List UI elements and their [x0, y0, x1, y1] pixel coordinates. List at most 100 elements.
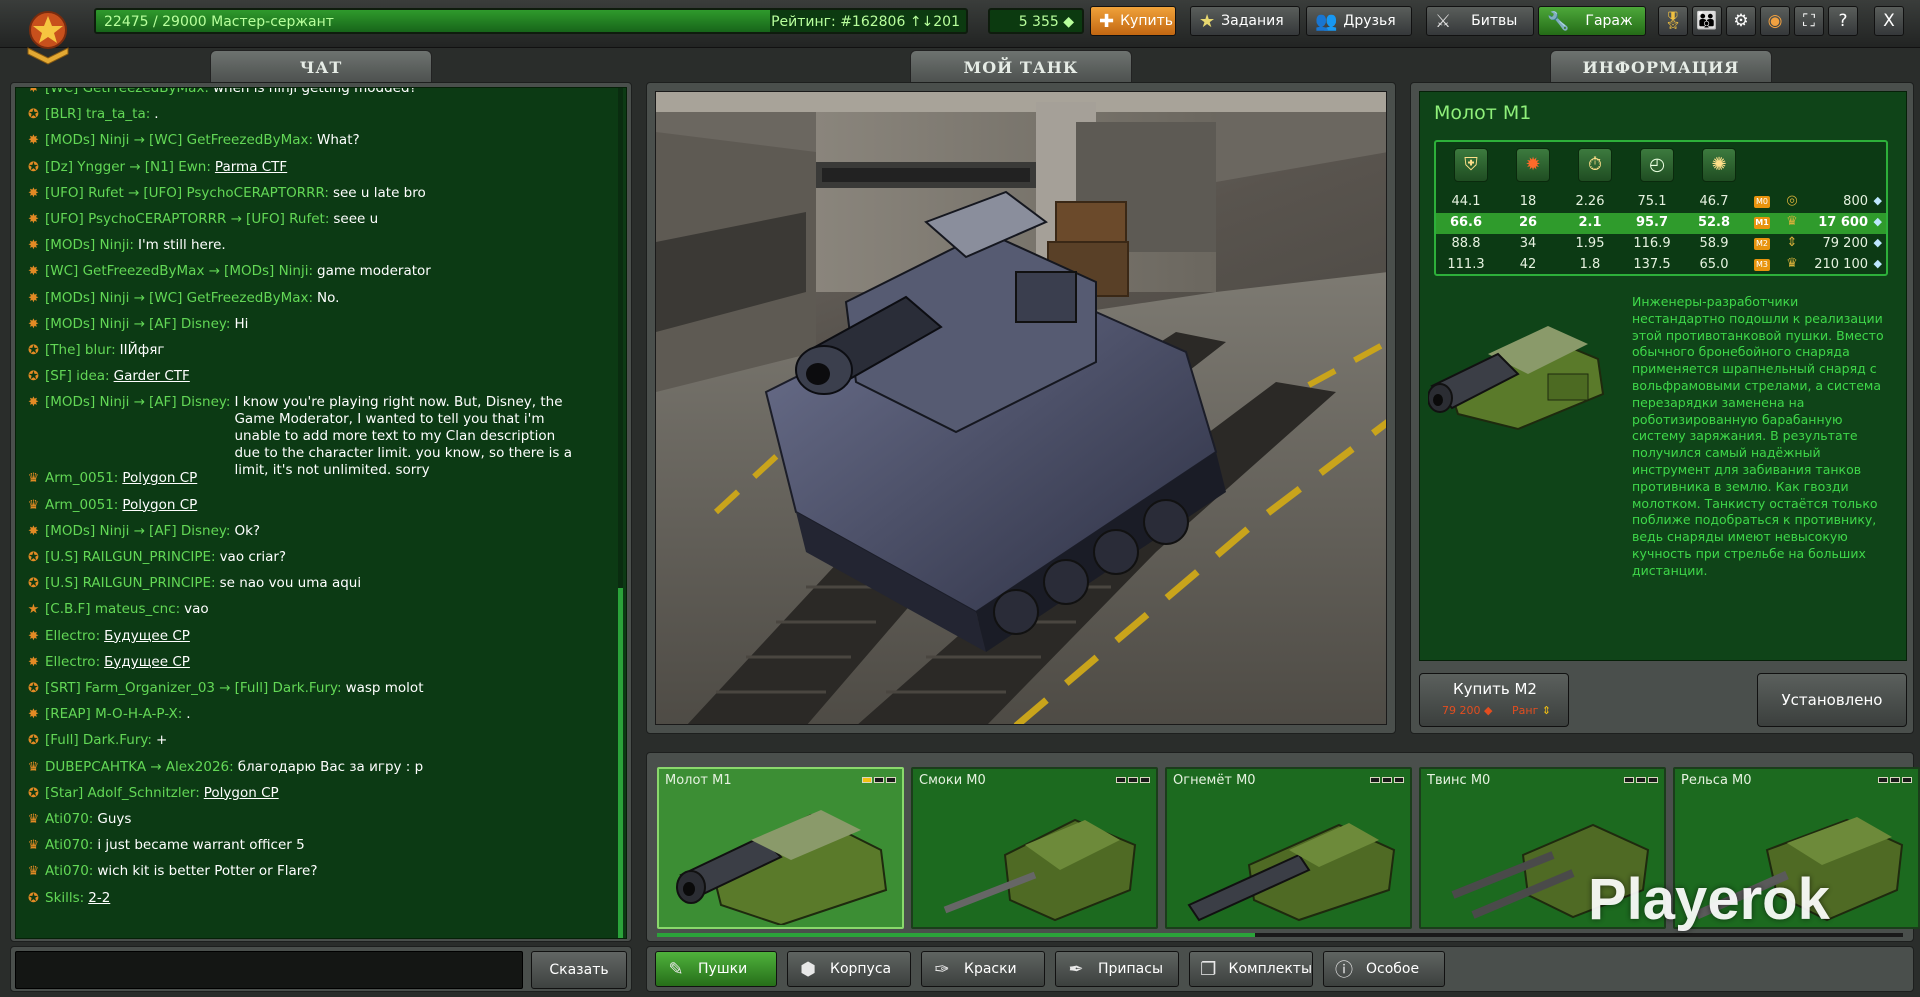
help-button[interactable]: ? — [1828, 6, 1858, 36]
rank-emblem-icon[interactable] — [20, 8, 76, 66]
armor-piercing-icon: ⛨ — [1454, 148, 1488, 182]
item-card[interactable]: Молот М1 — [657, 767, 904, 929]
chat-sender[interactable]: Ati070: — [45, 837, 93, 854]
chat-sender[interactable]: [SF] idea: — [45, 368, 110, 385]
chat-sender[interactable]: [REAP] M-O-H-A-P-X: — [45, 706, 182, 723]
fullscreen-button[interactable]: ⛶ — [1794, 6, 1824, 36]
installed-button[interactable]: Установлено — [1757, 673, 1907, 727]
achievements-button[interactable]: 🎖 — [1658, 6, 1688, 36]
send-button[interactable]: Сказать — [531, 951, 627, 989]
items-scrollbar[interactable] — [657, 933, 1903, 937]
missions-button[interactable]: ★ Задания — [1190, 6, 1300, 36]
chat-sender[interactable]: [UFO] PsychoCERAPTORRR → — [45, 211, 242, 228]
close-icon: X — [1883, 11, 1895, 31]
kits-icon: ❐ — [1200, 958, 1217, 980]
chat-recipient[interactable]: [MODs] Ninji: — [224, 263, 313, 280]
chat-battle-link[interactable]: Будущее CP — [104, 654, 190, 671]
chat-sender[interactable]: [MODs] Ninji → — [45, 290, 145, 307]
close-button[interactable]: X — [1874, 6, 1904, 36]
chat-sender[interactable]: [WC] GetFreezedByMax: — [45, 88, 209, 97]
category-tab[interactable]: ✒ Припасы — [1055, 951, 1179, 987]
item-card[interactable]: Смоки М0 — [911, 767, 1158, 929]
chat-sender[interactable]: [Dz] Yngger → — [45, 159, 141, 176]
rank-badge-icon: ♛ — [27, 497, 40, 513]
chat-battle-link[interactable]: Будущее CP — [104, 628, 190, 645]
chat-sender[interactable]: [WC] GetFreezedByMax → — [45, 263, 220, 280]
chat-sender[interactable]: [U.S] RAILGUN_PRINCIPE: — [45, 575, 216, 592]
chat-sender[interactable]: [SRT] Farm_Organizer_03 → — [45, 680, 231, 697]
plus-icon: ✚ — [1099, 10, 1115, 32]
chat-sender[interactable]: [MODs] Ninji → — [45, 394, 145, 411]
chat-log[interactable]: ✸ [WC] GetFreezedByMax: when is ninji gett… — [15, 87, 627, 939]
chat-sender[interactable]: Arm_0051: — [45, 497, 118, 514]
chat-battle-link[interactable]: 2-2 — [88, 890, 110, 907]
chat-recipient[interactable]: [AF] Disney: — [149, 523, 230, 540]
modification-tag: M0 — [1754, 196, 1770, 208]
garage-button[interactable]: 🔧 Гараж — [1538, 6, 1646, 36]
chat-scrollbar[interactable] — [618, 88, 623, 938]
chat-sender[interactable]: Ellectro: — [45, 654, 100, 671]
chat-sender[interactable]: [U.S] RAILGUN_PRINCIPE: — [45, 549, 216, 566]
chat-sender[interactable]: [C.B.F] mateus_cnc: — [45, 601, 180, 618]
chat-battle-link[interactable]: Polygon CP — [122, 497, 197, 514]
item-description: Инженеры-разработчики нестандартно подош… — [1632, 294, 1884, 578]
tank-3d-view[interactable] — [655, 91, 1387, 725]
chat-sender[interactable]: Skills: — [45, 890, 84, 907]
chat-sender[interactable]: Ellectro: — [45, 628, 100, 645]
chat-recipient[interactable]: [WC] GetFreezedByMax: — [149, 290, 313, 307]
chat-recipient[interactable]: [WC] GetFreezedByMax: — [149, 132, 313, 149]
chat-text: No. — [317, 289, 340, 306]
chat-sender[interactable]: [Full] Dark.Fury: — [45, 732, 152, 749]
chat-scrollbar-thumb[interactable] — [618, 588, 623, 938]
chat-sender[interactable]: [UFO] Rufet → — [45, 185, 139, 202]
chat-message: ✸ [MODs] Ninji → [AF] Disney: Ok? — [26, 523, 260, 540]
category-tab[interactable]: ✎ Пушки — [655, 951, 777, 987]
chat-sender[interactable]: [MODs] Ninji → — [45, 523, 145, 540]
chat-recipient[interactable]: Alex2026: — [166, 759, 234, 776]
chat-sender[interactable]: [MODs] Ninji → — [45, 316, 145, 333]
chat-text: vao — [184, 601, 209, 618]
chat-sender[interactable]: [MODs] Ninji: — [45, 237, 134, 254]
chat-recipient[interactable]: [AF] Disney: — [149, 316, 230, 333]
category-tab[interactable]: ⬢ Корпуса — [787, 951, 911, 987]
chat-sender[interactable]: [Star] Adolf_Schnitzler: — [45, 785, 200, 802]
buy-upgrade-button[interactable]: Купить М2 79 200 ◆ Ранг ⇕ — [1419, 673, 1569, 727]
chat-battle-link[interactable]: Polygon CP — [122, 470, 197, 487]
chat-sender[interactable]: Ati070: — [45, 863, 93, 880]
chat-recipient[interactable]: [AF] Disney: — [149, 394, 230, 411]
items-scrollbar-thumb[interactable] — [657, 933, 1256, 937]
chat-sender[interactable]: Ati070: — [45, 811, 93, 828]
chat-recipient[interactable]: [UFO] PsychoCERAPTORRR: — [143, 185, 329, 202]
rank-badge-icon: ♛ — [27, 864, 40, 880]
battles-button[interactable]: ⚔ Битвы — [1426, 6, 1534, 36]
chat-sender[interactable]: [The] blur: — [45, 342, 116, 359]
chat-sender[interactable]: Arm_0051: — [45, 470, 118, 487]
sound-button[interactable]: ◉ — [1760, 6, 1790, 36]
buy-crystals-button[interactable]: ✚ Купить — [1090, 6, 1176, 36]
tab-info: ИНФОРМАЦИЯ — [1550, 50, 1772, 84]
category-tab[interactable]: ❐ Комплекты — [1189, 951, 1313, 987]
referral-button[interactable]: 👪 — [1692, 6, 1722, 36]
paint-icon: ✑ — [934, 958, 950, 980]
chat-input[interactable] — [15, 951, 523, 989]
chat-message: ✪ [Dz] Yngger → [N1] Ewn: Parma CTF — [26, 159, 287, 176]
settings-button[interactable]: ⚙ — [1726, 6, 1756, 36]
info-panel: Молот М1 ⛨ ✹ ⏱ ◴ ✺ 44.1 18 2.26 75.1 46.7 M0 ◎… — [1410, 82, 1914, 734]
chat-sender[interactable]: DUBEPCAHTKA → — [45, 759, 162, 776]
item-card[interactable]: Огнемёт М0 — [1165, 767, 1412, 929]
chat-sender[interactable]: [MODs] Ninji → — [45, 132, 145, 149]
chat-panel: ✸ [WC] GetFreezedByMax: when is ninji gett… — [10, 82, 632, 942]
chat-battle-link[interactable]: Garder CTF — [114, 368, 190, 385]
chat-recipient[interactable]: [UFO] Rufet: — [246, 211, 329, 228]
rank-badge-icon: ✸ — [28, 133, 39, 149]
chat-battle-link[interactable]: Parma CTF — [215, 159, 287, 176]
chat-message: ✸ [UFO] Rufet → [UFO] PsychoCERAPTORRR: see… — [26, 185, 426, 202]
category-tab[interactable]: ✑ Краски — [921, 951, 1045, 987]
category-tab[interactable]: ⓘ Особое — [1323, 951, 1445, 987]
category-tab-label: Комплекты — [1228, 961, 1312, 977]
friends-button[interactable]: 👥 Друзья — [1306, 6, 1412, 36]
chat-sender[interactable]: [BLR] tra_ta_ta: — [45, 106, 150, 123]
chat-recipient[interactable]: [Full] Dark.Fury: — [235, 680, 342, 697]
chat-recipient[interactable]: [N1] Ewn: — [145, 159, 211, 176]
chat-battle-link[interactable]: Polygon CP — [204, 785, 279, 802]
